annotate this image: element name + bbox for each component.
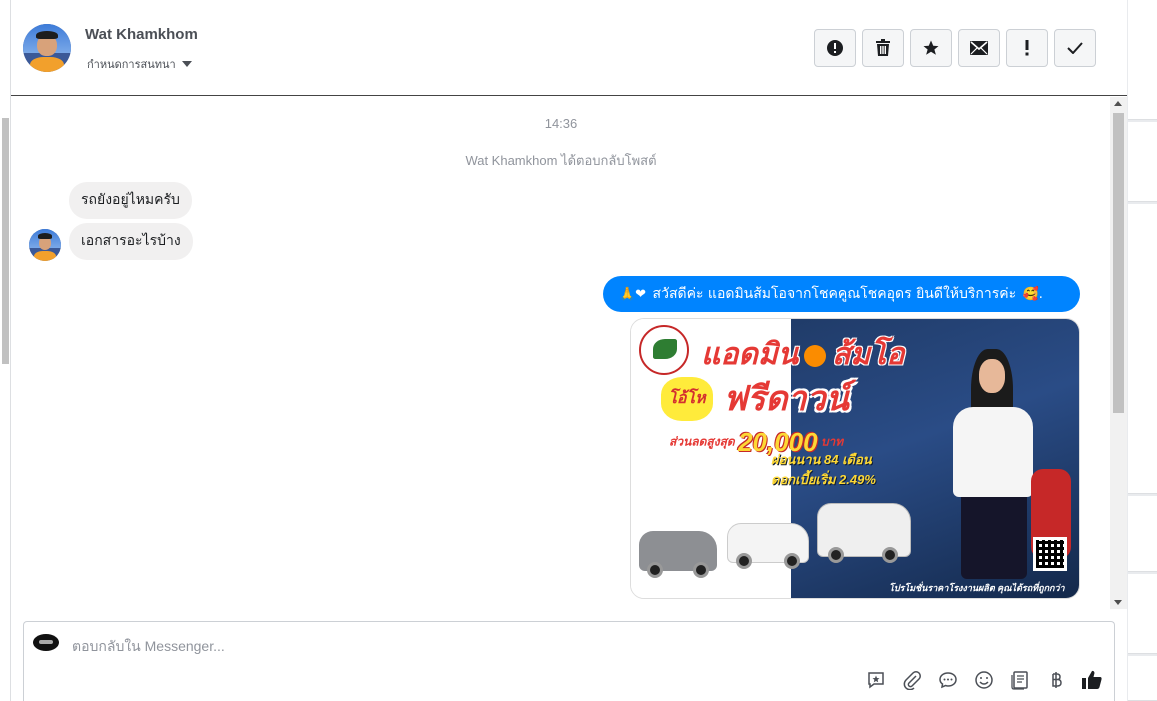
details-card: [1128, 0, 1157, 120]
contact-name[interactable]: Wat Khamkhom: [85, 26, 198, 43]
envelope-icon: [970, 41, 988, 55]
qr-code: [1033, 537, 1067, 571]
notes-icon: [1011, 671, 1028, 690]
delete-button[interactable]: [862, 29, 904, 67]
ad-installment: ผ่อนนาน 84 เดือน: [771, 452, 872, 467]
details-card: [1128, 496, 1157, 572]
composer-toolbar: [864, 666, 1104, 694]
incoming-message[interactable]: รถยังอยู่ไหมครับ: [69, 182, 192, 219]
conversation-toolbar: [814, 29, 1096, 67]
model-photo: [931, 349, 1041, 598]
ad-footer: โปรโมชั่นราคาโรงงานผลิต คุณได้รถที่ถูกกว…: [889, 583, 1065, 593]
ad-image-attachment[interactable]: แอดมิน ส้มโอ โอ้โห ฟรีดาวน์ ส่วนลดสูงสุด …: [630, 318, 1080, 599]
smiley-icon: [975, 671, 993, 689]
incoming-message[interactable]: เอกสารอะไรบ้าง: [69, 223, 193, 260]
car-pickup-cargo: [817, 503, 911, 563]
inbox-window: Wat Khamkhom กำหนดการสนทนา 14:36 Wat Kha…: [0, 0, 1157, 701]
attach-button[interactable]: [900, 666, 924, 694]
sender-avatar[interactable]: [29, 229, 61, 261]
exclamation-icon: [1025, 40, 1029, 56]
ad-burst: โอ้โห: [661, 377, 713, 421]
outgoing-message[interactable]: 🙏❤ สวัสดีค่ะ แอดมินส้มโอจากโชคคูณโชคอุดร…: [603, 276, 1080, 312]
emoji-prefix: 🙏❤: [619, 287, 647, 302]
car-pickup: [727, 523, 809, 569]
details-card: [1128, 574, 1157, 654]
left-scrollbar-thumb[interactable]: [2, 118, 9, 364]
orange-icon: [804, 345, 827, 368]
mark-done-button[interactable]: [1054, 29, 1096, 67]
thread-scrollbar[interactable]: [1110, 97, 1127, 609]
check-icon: [1067, 42, 1083, 54]
details-card: [1128, 656, 1157, 701]
saved-reply-button[interactable]: [864, 666, 888, 694]
contact-avatar[interactable]: [23, 24, 71, 72]
assign-label: กำหนดการสนทนา: [87, 58, 176, 71]
emoji-button[interactable]: [972, 666, 996, 694]
trash-icon: [876, 39, 890, 56]
assign-conversation-dropdown[interactable]: กำหนดการสนทนา: [87, 55, 192, 73]
mark-unread-button[interactable]: [958, 29, 1000, 67]
ad-offer: ฟรีดาวน์: [723, 380, 849, 418]
left-scrollbar[interactable]: [0, 0, 11, 701]
reply-input[interactable]: [72, 636, 872, 656]
follow-up-button[interactable]: [1006, 29, 1048, 67]
conversation-panel: Wat Khamkhom กำหนดการสนทนา 14:36 Wat Kha…: [11, 0, 1127, 701]
ad-interest: ดอกเบี้ยเริ่ม 2.49%: [771, 472, 876, 487]
page-avatar: [33, 634, 59, 651]
thread-scrollbar-thumb[interactable]: [1113, 113, 1124, 413]
details-card: [1128, 204, 1157, 494]
thumbs-up-icon: [1082, 670, 1102, 689]
outgoing-message-text: สวัสดีค่ะ แอดมินส้มโอจากโชคคูณโชคอุดร ยิ…: [652, 286, 1017, 302]
baht-icon: [1052, 672, 1062, 688]
reply-composer: [23, 621, 1115, 701]
right-details-panel: [1127, 0, 1157, 701]
details-card: [1128, 122, 1157, 202]
saved-reply-icon: [868, 672, 884, 689]
speech-bubble-icon: [939, 672, 957, 689]
message-thread[interactable]: 14:36 Wat Khamkhom ได้ตอบกลับโพสต์ รถยัง…: [11, 97, 1127, 609]
notes-button[interactable]: [1008, 666, 1032, 694]
emoji-suffix: 🥰.: [1022, 287, 1043, 302]
scroll-up-icon[interactable]: [1114, 101, 1122, 106]
conversation-header: Wat Khamkhom กำหนดการสนทนา: [11, 0, 1127, 96]
star-button[interactable]: [910, 29, 952, 67]
dealer-logo: [639, 325, 689, 375]
star-icon: [923, 40, 939, 55]
mark-spam-button[interactable]: [814, 29, 856, 67]
payment-button[interactable]: [1044, 666, 1068, 694]
car-sedan: [639, 531, 717, 578]
scroll-down-icon[interactable]: [1114, 600, 1122, 605]
alert-circle-icon: [827, 40, 843, 56]
chat-button[interactable]: [936, 666, 960, 694]
paperclip-icon: [903, 671, 921, 690]
event-notice: Wat Khamkhom ได้ตอบกลับโพสต์: [465, 153, 657, 168]
message-timestamp: 14:36: [544, 116, 578, 131]
like-button[interactable]: [1080, 666, 1104, 694]
caret-down-icon: [181, 61, 192, 67]
